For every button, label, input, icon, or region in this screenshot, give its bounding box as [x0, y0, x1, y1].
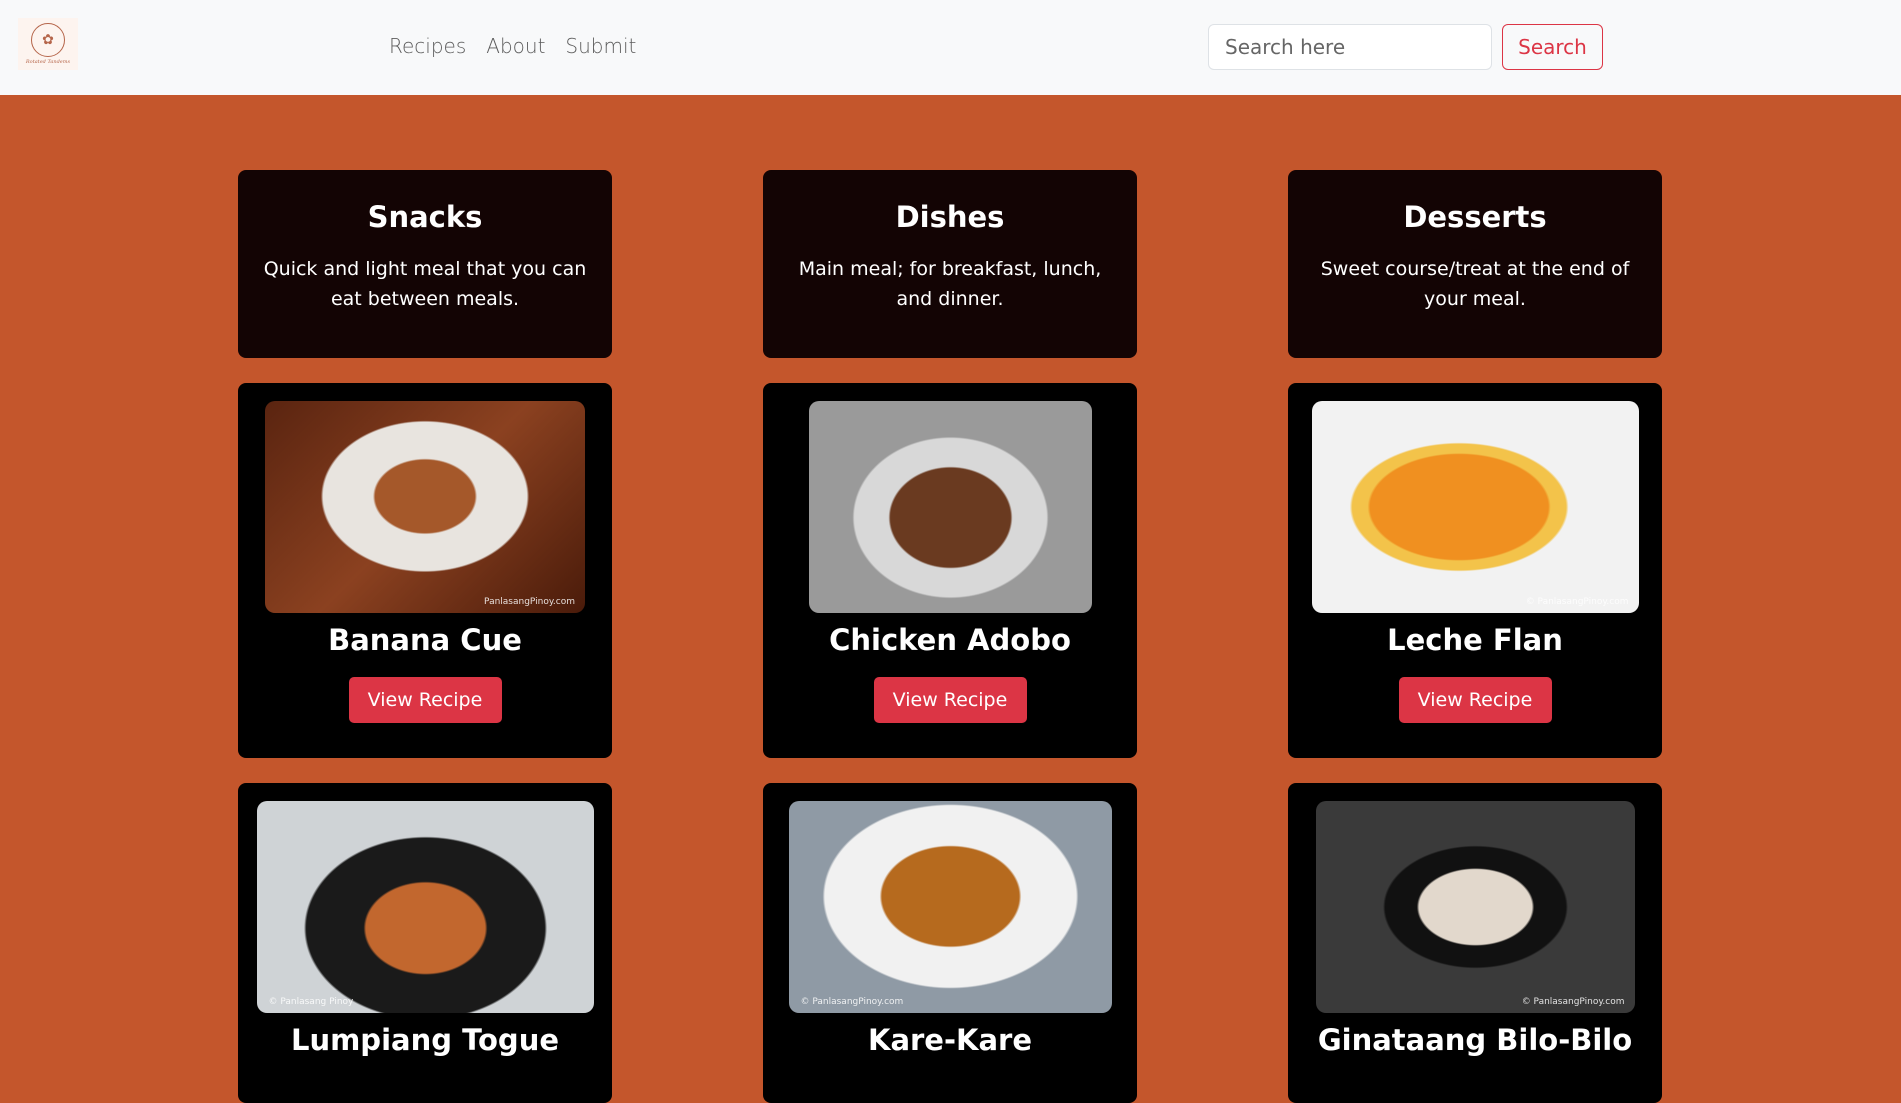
image-watermark: PanlasangPinoy.com	[484, 597, 575, 607]
recipe-card: © PanlasangPinoy.com Kare-Kare	[763, 783, 1137, 1103]
logo-text: Rotated Tandems	[25, 59, 71, 65]
recipe-image: © Panlasang Pinoy	[256, 801, 594, 1013]
category-card-desserts: Desserts Sweet course/treat at the end of…	[1288, 170, 1662, 358]
view-recipe-button[interactable]: View Recipe	[1398, 677, 1552, 723]
recipe-image: PanlasangPinoy.com	[265, 401, 585, 613]
nav-recipes[interactable]: Recipes	[389, 34, 466, 58]
category-description: Quick and light meal that you can eat be…	[263, 258, 587, 310]
recipe-card: Chicken Adobo View Recipe	[763, 383, 1137, 758]
recipe-name: Banana Cue	[328, 623, 522, 657]
category-card-snacks: Snacks Quick and light meal that you can …	[238, 170, 612, 358]
logo-emblem-icon: ✿	[31, 23, 65, 57]
search-button[interactable]: Search	[1502, 24, 1603, 70]
recipe-name: Lumpiang Togue	[290, 1023, 560, 1057]
view-recipe-button[interactable]: View Recipe	[348, 677, 502, 723]
recipe-card: © PanlasangPinoy.com Leche Flan View Recip…	[1288, 383, 1662, 758]
image-watermark: © Panlasang Pinoy	[268, 997, 354, 1007]
recipe-image: © PanlasangPinoy.com	[1311, 401, 1639, 613]
view-recipe-button[interactable]: View Recipe	[873, 677, 1027, 723]
search-input[interactable]	[1208, 24, 1492, 70]
category-card-dishes: Dishes Main meal; for breakfast, lunch, a…	[763, 170, 1137, 358]
recipe-name: Ginataang Bilo-Bilo	[1317, 1023, 1633, 1057]
category-title: Dishes	[895, 200, 1005, 234]
recipe-card: © Panlasang Pinoy Lumpiang Togue	[238, 783, 612, 1103]
recipe-name: Leche Flan	[1387, 623, 1563, 657]
recipe-image: © PanlasangPinoy.com	[1315, 801, 1635, 1013]
recipe-name: Chicken Adobo	[829, 623, 1071, 657]
recipe-name: Kare-Kare	[867, 1023, 1033, 1057]
nav-links: Recipes About Submit	[389, 34, 636, 58]
category-description: Main meal; for breakfast, lunch, and din…	[798, 258, 1102, 310]
image-watermark: © PanlasangPinoy.com	[1521, 997, 1625, 1007]
category-title: Snacks	[367, 200, 483, 234]
recipe-card: © PanlasangPinoy.com Ginataang Bilo-Bilo	[1288, 783, 1662, 1103]
category-title: Desserts	[1403, 200, 1547, 234]
category-description: Sweet course/treat at the end of your me…	[1320, 258, 1630, 310]
navbar: ✿ Rotated Tandems Recipes About Submit Se…	[0, 0, 1901, 95]
recipe-image	[808, 401, 1092, 613]
recipe-image: © PanlasangPinoy.com	[788, 801, 1112, 1013]
recipe-card: PanlasangPinoy.com Banana Cue View Recipe	[238, 383, 612, 758]
logo[interactable]: ✿ Rotated Tandems	[18, 18, 78, 70]
image-watermark: © PanlasangPinoy.com	[1525, 597, 1629, 607]
nav-about[interactable]: About	[486, 34, 545, 58]
image-watermark: © PanlasangPinoy.com	[800, 997, 904, 1007]
nav-submit[interactable]: Submit	[565, 34, 636, 58]
